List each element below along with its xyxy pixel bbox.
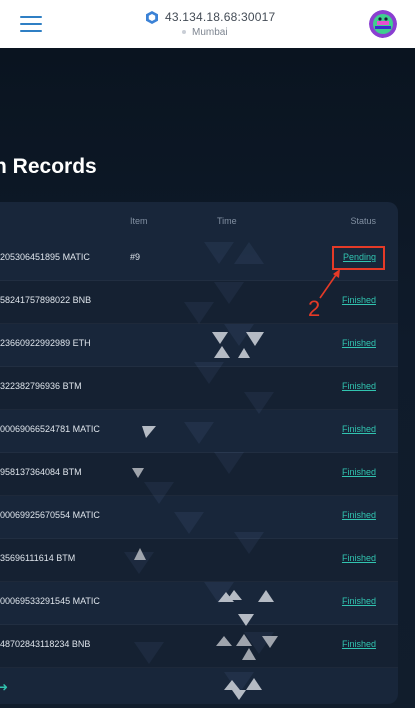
status-link-finished[interactable]: Finished bbox=[342, 338, 376, 348]
table-row: 00069066524781 MATIC Finished bbox=[0, 410, 398, 453]
status-link-finished[interactable]: Finished bbox=[342, 381, 376, 391]
column-header-item: Item bbox=[130, 216, 148, 226]
annotation-highlight-box bbox=[332, 246, 385, 270]
table-row: 958137364084 BTM Finished bbox=[0, 453, 398, 496]
location-label: Mumbai bbox=[192, 26, 228, 38]
table-row: 00069925670554 MATIC Finished bbox=[0, 496, 398, 539]
table-row: 23660922992989 ETH Finished bbox=[0, 324, 398, 367]
status-link-finished[interactable]: Finished bbox=[342, 424, 376, 434]
table-row: 322382796936 BTM Finished bbox=[0, 367, 398, 410]
order-id: 48702843118234 BNB bbox=[0, 639, 91, 649]
annotation-arrow-icon bbox=[319, 269, 340, 299]
column-header-time: Time bbox=[217, 216, 237, 226]
arrow-right-icon[interactable]: ➜ bbox=[0, 680, 8, 694]
status-link-finished[interactable]: Finished bbox=[342, 639, 376, 649]
cube-icon bbox=[146, 10, 158, 24]
page-title-text: Records bbox=[12, 155, 97, 178]
server-location: Mumbai bbox=[182, 26, 228, 38]
order-id: 00069533291545 MATIC bbox=[0, 596, 100, 606]
order-id: 58241757898022 BNB bbox=[0, 295, 92, 305]
order-id: 23660922992989 ETH bbox=[0, 338, 91, 348]
annotation-step-number: 2 bbox=[308, 296, 321, 321]
menu-button[interactable] bbox=[20, 14, 42, 34]
table-row: 48702843118234 BNB Finished bbox=[0, 625, 398, 668]
table-row: 35696111614 BTM Finished bbox=[0, 539, 398, 582]
order-id: 322382796936 BTM bbox=[0, 381, 82, 391]
top-bar: 43.134.18.68:30017 Mumbai bbox=[0, 0, 415, 48]
item-value: #9 bbox=[130, 252, 141, 262]
order-id: 35696111614 BTM bbox=[0, 553, 76, 563]
status-link-finished[interactable]: Finished bbox=[342, 295, 376, 305]
location-dot-icon bbox=[182, 30, 186, 34]
status-link-finished[interactable]: Finished bbox=[342, 510, 376, 520]
order-id: 00069925670554 MATIC bbox=[0, 510, 100, 520]
table-row: 00069533291545 MATIC Finished bbox=[0, 582, 398, 625]
page-title-prefix: n bbox=[0, 155, 7, 178]
order-id: 958137364084 BTM bbox=[0, 467, 82, 477]
avatar-icon bbox=[369, 10, 397, 38]
hamburger-icon-line bbox=[20, 23, 42, 25]
hamburger-icon-line bbox=[20, 30, 42, 32]
hamburger-icon-line bbox=[20, 16, 42, 18]
order-id: 205306451895 MATIC bbox=[0, 252, 90, 262]
status-link-finished[interactable]: Finished bbox=[342, 553, 376, 563]
status-link-finished[interactable]: Finished bbox=[342, 467, 376, 477]
server-info[interactable]: 43.134.18.68:30017 bbox=[146, 9, 275, 25]
order-id: 00069066524781 MATIC bbox=[0, 424, 100, 434]
status-link-finished[interactable]: Finished bbox=[342, 596, 376, 606]
records-page: n Records Item Time Status 205306451895 … bbox=[0, 48, 415, 708]
page-title: n Records bbox=[0, 155, 97, 179]
server-address: 43.134.18.68:30017 bbox=[165, 10, 276, 24]
avatar[interactable] bbox=[369, 10, 397, 38]
column-header-status: Status bbox=[350, 216, 376, 226]
